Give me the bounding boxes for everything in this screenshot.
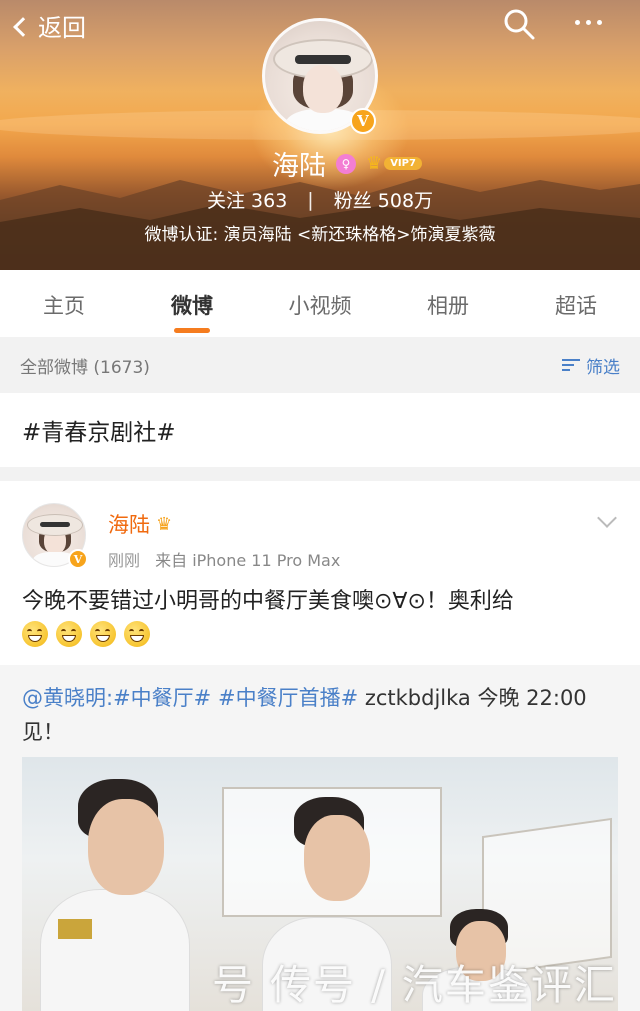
topic-link[interactable]: #中餐厅首播# <box>218 686 358 710</box>
crown-icon: ♛ <box>366 153 383 174</box>
tab-label: 主页 <box>43 294 85 318</box>
search-icon[interactable] <box>503 8 535 40</box>
profile-name: 海陆 <box>272 151 327 182</box>
female-gender-icon: ♀ <box>336 153 357 174</box>
all-posts-label[interactable]: 全部微博 (1673) <box>20 353 150 378</box>
profile-stats: 关注 363 | 粉丝 508万 <box>0 186 640 213</box>
profile-name-row: 海陆 ♀ ♛ VIP7 <box>0 144 640 183</box>
vip-badge[interactable]: ♛ VIP7 <box>366 153 422 174</box>
tab-label: 超话 <box>555 294 597 318</box>
chevron-left-icon <box>13 16 33 37</box>
crown-icon: ♛ <box>156 513 173 535</box>
repost-block[interactable]: @黄晓明:#中餐厅# #中餐厅首播# zctkbdjlka 今晚 22:00 见… <box>0 665 640 1011</box>
filter-bar: 全部微博 (1673) 筛选 <box>0 337 640 393</box>
stats-separator: | <box>307 188 314 211</box>
topic-card[interactable]: #青春京剧社# <box>0 393 640 467</box>
tab-super-topic[interactable]: 超话 <box>512 270 640 337</box>
mention-link[interactable]: @黄晓明: <box>22 686 113 710</box>
followers-link[interactable]: 粉丝 508万 <box>334 186 433 213</box>
post-time: 刚刚 <box>108 551 141 570</box>
emoji-row <box>22 621 150 647</box>
more-options-icon[interactable] <box>575 20 602 25</box>
following-link[interactable]: 关注 363 <box>207 186 287 213</box>
topic-text: #青春京剧社# <box>22 420 176 446</box>
tab-home[interactable]: 主页 <box>0 270 128 337</box>
verified-badge-icon: V <box>68 549 88 569</box>
author-name-text: 海陆 <box>108 513 150 537</box>
tab-label: 相册 <box>427 294 469 318</box>
following-count: 363 <box>251 190 288 212</box>
verification-text: 微博认证: 演员海陆 <新还珠格格>饰演夏紫薇 <box>144 225 496 245</box>
repost-text: @黄晓明:#中餐厅# #中餐厅首播# zctkbdjlka 今晚 22:00 见… <box>22 681 622 749</box>
back-label: 返回 <box>38 14 86 42</box>
grin-icon <box>56 621 82 647</box>
filter-label: 筛选 <box>586 357 620 378</box>
post-meta: 刚刚 来自 iPhone 11 Pro Max <box>108 547 340 571</box>
followers-count: 508万 <box>377 190 434 212</box>
vip-level: VIP7 <box>384 157 422 170</box>
verified-badge-icon: V <box>350 108 376 134</box>
person-figure <box>30 769 200 1011</box>
chevron-down-icon[interactable] <box>597 508 617 528</box>
post-text: 今晚不要错过小明哥的中餐厅美食噢⊙∀⊙！奥利给 <box>22 589 514 614</box>
topic-link[interactable]: #中餐厅# <box>113 686 211 710</box>
following-label: 关注 <box>206 190 245 212</box>
image-watermark: 号 传号 / 汽车鉴评汇 <box>212 961 617 1009</box>
back-button[interactable]: 返回 <box>13 8 86 43</box>
post-card: V 海陆 ♛ 刚刚 来自 iPhone 11 Pro Max 今晚不要错过小明哥… <box>0 481 640 1011</box>
post-source: 来自 iPhone 11 Pro Max <box>155 551 341 570</box>
profile-tabs: 主页 微博 小视频 相册 超话 <box>0 270 640 337</box>
followers-label: 粉丝 <box>333 190 372 212</box>
grin-icon <box>124 621 150 647</box>
tab-label: 微博 <box>171 294 213 318</box>
tab-videos[interactable]: 小视频 <box>256 270 384 337</box>
repost-image[interactable]: 号 传号 / 汽车鉴评汇 <box>22 757 618 1011</box>
grin-icon <box>22 621 48 647</box>
filter-button[interactable]: 筛选 <box>562 353 620 378</box>
tab-weibo[interactable]: 微博 <box>128 270 256 337</box>
grin-icon <box>90 621 116 647</box>
filter-icon <box>562 359 580 371</box>
tab-albums[interactable]: 相册 <box>384 270 512 337</box>
post-author-name[interactable]: 海陆 ♛ <box>108 509 172 539</box>
profile-header: 返回 V 海陆 ♀ ♛ VIP7 关注 363 | 粉丝 508万 微博认证: <box>0 0 640 270</box>
tab-label: 小视频 <box>288 294 352 318</box>
active-tab-indicator <box>174 328 210 333</box>
